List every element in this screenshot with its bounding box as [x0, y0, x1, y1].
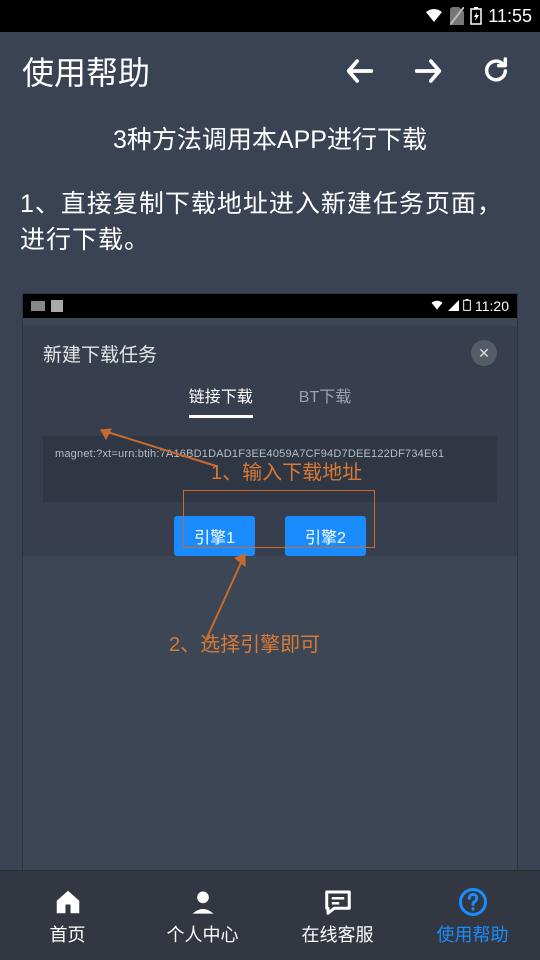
wifi-icon — [430, 298, 444, 314]
help-content: 3种方法调用本APP进行下载 1、直接复制下载地址进入新建任务页面，进行下载。 … — [0, 120, 540, 879]
wifi-icon — [424, 8, 444, 24]
nav-home-label: 首页 — [50, 921, 86, 947]
annotation-2: 2、选择引擎即可 — [169, 628, 320, 657]
illustration-highlight-box — [183, 490, 375, 548]
illustration-tabs: 链接下载 BT下载 — [23, 383, 517, 418]
section-title: 3种方法调用本APP进行下载 — [0, 120, 540, 156]
forward-button[interactable] — [406, 49, 450, 93]
annotation-arrow-1 — [91, 422, 221, 478]
back-button[interactable] — [338, 49, 382, 93]
nav-help[interactable]: 使用帮助 — [405, 871, 540, 960]
illustration-statusbar-left — [31, 298, 63, 314]
nav-help-label: 使用帮助 — [437, 921, 509, 947]
signal-icon — [448, 298, 459, 314]
nav-home[interactable]: 首页 — [0, 871, 135, 960]
sim-icon — [450, 7, 464, 25]
illustration-time: 11:20 — [475, 298, 509, 314]
tab-link-download: 链接下载 — [189, 383, 253, 418]
nav-support-label: 在线客服 — [302, 921, 374, 947]
app-toolbar: 使用帮助 — [0, 32, 540, 110]
person-icon — [189, 885, 217, 919]
tab-bt-download: BT下载 — [299, 383, 351, 418]
annotation-1: 1、输入下载地址 — [211, 456, 362, 485]
reload-button[interactable] — [474, 49, 518, 93]
close-icon: ✕ — [471, 340, 497, 366]
nav-support[interactable]: 在线客服 — [270, 871, 405, 960]
illustration-statusbar: 11:20 — [23, 294, 517, 318]
illustration-dialog-title: 新建下载任务 — [43, 340, 471, 367]
home-icon — [53, 885, 83, 919]
battery-icon — [463, 298, 471, 314]
battery-icon — [470, 7, 482, 25]
statusbar-time: 11:55 — [488, 6, 532, 27]
nav-profile-label: 个人中心 — [167, 921, 239, 947]
page-title: 使用帮助 — [22, 48, 314, 94]
help-icon — [458, 885, 488, 919]
keyboard-icon — [31, 298, 45, 314]
android-statusbar: 11:55 — [0, 0, 540, 32]
bottom-nav: 首页 个人中心 在线客服 使用帮助 — [0, 870, 540, 960]
app-icon-indicator — [51, 300, 63, 312]
step-1-text: 1、直接复制下载地址进入新建任务页面，进行下载。 — [0, 186, 540, 279]
nav-profile[interactable]: 个人中心 — [135, 871, 270, 960]
chat-icon — [323, 885, 353, 919]
help-illustration: 11:20 新建下载任务 ✕ 链接下载 BT下载 magnet:?xt=urn:… — [22, 293, 518, 879]
